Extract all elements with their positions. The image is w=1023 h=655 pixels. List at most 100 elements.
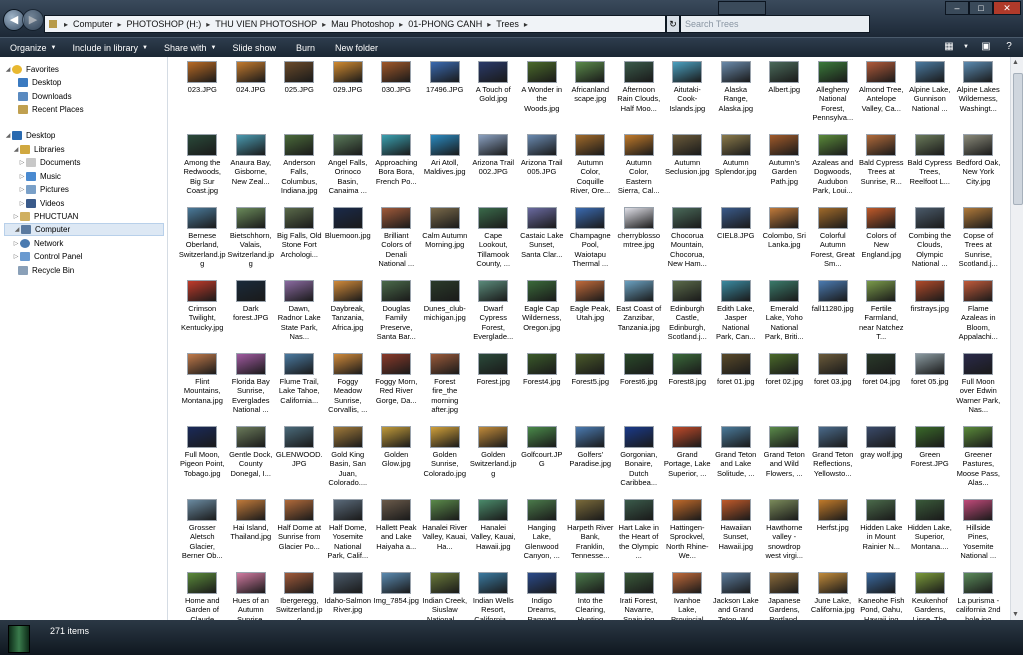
image-thumbnail[interactable] [526,572,557,594]
file-item[interactable]: Arizona Trail 005.JPG [518,134,567,207]
image-thumbnail[interactable] [526,280,557,302]
expand-arrow-icon[interactable]: ▷ [12,253,20,260]
file-item[interactable]: Foggy Meadow Sunrise, Corvallis, ... [324,353,373,426]
image-thumbnail[interactable] [526,61,557,83]
image-thumbnail[interactable] [284,61,315,83]
file-item[interactable]: gray wolf.jpg [857,426,906,499]
image-thumbnail[interactable] [672,207,703,229]
expand-arrow-icon[interactable]: ▷ [12,240,20,247]
image-thumbnail[interactable] [187,572,218,594]
file-item[interactable]: Among the Redwoods, Big Sur Coast.jpg [178,134,227,207]
image-thumbnail[interactable] [526,426,557,448]
file-item[interactable]: Afternoon Rain Clouds, Half Moo... [615,61,664,134]
nav-control-panel[interactable]: ▷ Control Panel [12,250,82,263]
chevron-down-icon[interactable]: ▼ [957,39,975,55]
expand-arrow-icon[interactable]: ▷ [12,213,20,220]
file-item[interactable]: 023.JPG [178,61,227,134]
image-thumbnail[interactable] [284,280,315,302]
image-thumbnail[interactable] [914,426,945,448]
image-thumbnail[interactable] [720,207,751,229]
file-item[interactable]: Forest5.jpg [566,353,615,426]
file-item[interactable]: Edith Lake, Jasper National Park, Can... [712,280,761,353]
image-thumbnail[interactable] [429,134,460,156]
file-item[interactable]: Calm Autumn Morning.jpg [421,207,470,280]
image-thumbnail[interactable] [672,353,703,375]
image-thumbnail[interactable] [914,134,945,156]
file-item[interactable]: Indigo Dreams, Rampart Lakes, We... [518,572,567,620]
image-thumbnail[interactable] [914,207,945,229]
image-thumbnail[interactable] [235,134,266,156]
nav-desktop-root[interactable]: ◢ Desktop [4,129,55,142]
image-thumbnail[interactable] [963,134,994,156]
file-item[interactable]: Grand Teton Reflections, Yellowsto... [809,426,858,499]
image-thumbnail[interactable] [866,134,897,156]
file-item[interactable]: Autumn Seclusion.jpg [663,134,712,207]
breadcrumb-drive[interactable]: PHOTOSHOP (H:) [127,19,202,29]
file-item[interactable]: Half Dome at Sunrise from Glacier Po... [275,499,324,572]
image-thumbnail[interactable] [478,499,509,521]
close-button[interactable]: ✕ [993,1,1021,15]
image-thumbnail[interactable] [526,353,557,375]
image-thumbnail[interactable] [623,572,654,594]
image-thumbnail[interactable] [235,353,266,375]
maximize-button[interactable]: □ [969,1,993,15]
file-item[interactable]: Forest8.jpg [663,353,712,426]
nav-favorites[interactable]: ◢ Favorites [4,63,59,76]
image-thumbnail[interactable] [963,207,994,229]
file-item[interactable]: Arizona Trail 002.JPG [469,134,518,207]
image-thumbnail[interactable] [526,207,557,229]
file-item[interactable]: Golden Switzerland.jpg [469,426,518,499]
image-thumbnail[interactable] [235,280,266,302]
expand-arrow-icon[interactable]: ◢ [12,146,20,153]
file-item[interactable]: foret 01.jpg [712,353,761,426]
nav-pictures[interactable]: ▷ Pictures [18,183,69,196]
image-thumbnail[interactable] [381,353,412,375]
file-item[interactable]: Forest.jpg [469,353,518,426]
file-item[interactable]: Img_7854.jpg [372,572,421,620]
image-thumbnail[interactable] [817,134,848,156]
image-thumbnail[interactable] [623,426,654,448]
file-item[interactable]: Bluemoon.jpg [324,207,373,280]
file-item[interactable]: Albert.jpg [760,61,809,134]
file-item[interactable]: Combing the Clouds, Olympic National ... [906,207,955,280]
file-item[interactable]: Idaho-Salmon River.jpg [324,572,373,620]
image-thumbnail[interactable] [672,499,703,521]
file-item[interactable]: foret 03.jpg [809,353,858,426]
image-thumbnail[interactable] [187,134,218,156]
image-thumbnail[interactable] [478,280,509,302]
file-item[interactable]: Dark forest.JPG [227,280,276,353]
file-item[interactable]: Into the Clearing, Hunting Valley, Oh... [566,572,615,620]
image-thumbnail[interactable] [623,61,654,83]
image-thumbnail[interactable] [332,353,363,375]
image-thumbnail[interactable] [623,499,654,521]
file-item[interactable]: Green Forest.JPG [906,426,955,499]
file-item[interactable]: Irati Forest, Navarre, Spain.jpg [615,572,664,620]
image-thumbnail[interactable] [187,426,218,448]
image-thumbnail[interactable] [332,426,363,448]
file-item[interactable]: Grand Teton and Lake Solitude, ... [712,426,761,499]
image-thumbnail[interactable] [381,61,412,83]
image-thumbnail[interactable] [478,207,509,229]
image-thumbnail[interactable] [332,207,363,229]
file-item[interactable]: Hawthorne valley - snowdrop west virgi..… [760,499,809,572]
file-item[interactable]: A Touch of Gold.jpg [469,61,518,134]
image-thumbnail[interactable] [623,353,654,375]
breadcrumb-mau-folder[interactable]: Mau Photoshop [331,19,394,29]
image-thumbnail[interactable] [914,353,945,375]
image-thumbnail[interactable] [332,280,363,302]
image-thumbnail[interactable] [769,426,800,448]
image-thumbnail[interactable] [332,61,363,83]
file-item[interactable]: 17496.JPG [421,61,470,134]
scrollbar-thumb[interactable] [1013,73,1023,205]
file-item[interactable]: Hattingen-Sprockvel, North Rhine-We... [663,499,712,572]
image-thumbnail[interactable] [817,499,848,521]
image-thumbnail[interactable] [284,426,315,448]
search-input[interactable]: Search Trees [680,15,870,33]
file-item[interactable]: Anaura Bay, Gisborne, New Zeal... [227,134,276,207]
file-item[interactable]: Daybreak, Tanzania, Africa.jpg [324,280,373,353]
file-item[interactable]: Japanese Gardens, Portland, Oregon.jpg [760,572,809,620]
image-thumbnail[interactable] [672,426,703,448]
image-thumbnail[interactable] [429,499,460,521]
file-item[interactable]: Home and Garden of Claude Monet, Gi... [178,572,227,620]
image-thumbnail[interactable] [381,207,412,229]
